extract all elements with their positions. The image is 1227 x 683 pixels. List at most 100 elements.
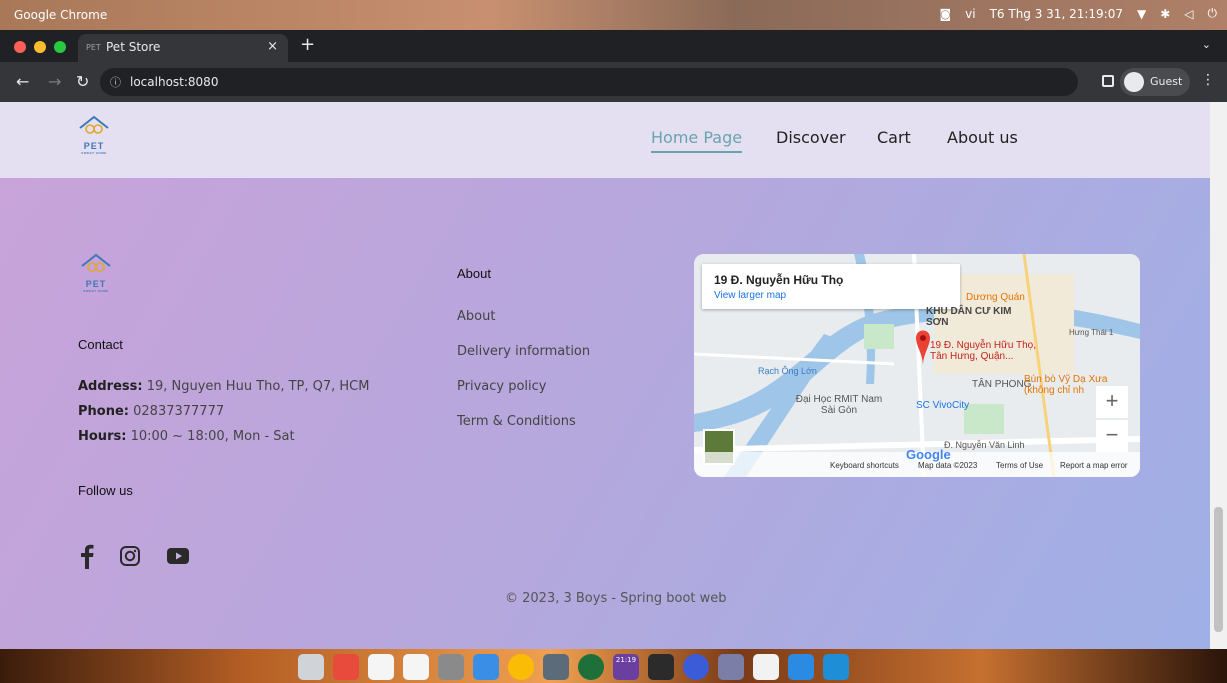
- forward-icon[interactable]: →: [48, 72, 61, 91]
- tab-close-icon[interactable]: ×: [267, 39, 278, 54]
- logo-text: PET: [83, 141, 105, 151]
- nav-about-us[interactable]: About us: [947, 128, 1018, 147]
- trash-icon[interactable]: [753, 654, 779, 680]
- site-logo[interactable]: PET SWEET HOME: [74, 114, 114, 155]
- map-label-rmit: Đại Học RMIT Nam Sài Gòn: [795, 394, 883, 416]
- follow-heading: Follow us: [78, 483, 133, 498]
- os-app-title: Google Chrome: [14, 8, 108, 22]
- side-panel-icon[interactable]: [1102, 75, 1114, 87]
- tab-title: Pet Store: [106, 40, 161, 54]
- keyboard-lang[interactable]: vi: [965, 7, 975, 21]
- reload-icon[interactable]: ↻: [76, 72, 89, 91]
- hours-label: Hours:: [78, 429, 127, 444]
- text-editor-icon[interactable]: [403, 654, 429, 680]
- map-data-credit: Map data ©2023: [918, 461, 978, 470]
- map-label-duong-quan: Dương Quán: [966, 292, 1025, 303]
- footer-logo-text: PET: [85, 279, 107, 289]
- logo-subtext: SWEET HOME: [81, 151, 107, 155]
- bluetooth-icon[interactable]: ✱: [1160, 7, 1170, 21]
- hours-value: 10:00 ~ 18:00, Mon - Sat: [130, 429, 295, 444]
- footer-link-about[interactable]: About: [457, 309, 495, 324]
- map-zoom-out-button[interactable]: −: [1096, 420, 1128, 452]
- site-header: PET SWEET HOME Home Page Discover Cart A…: [0, 102, 1210, 178]
- os-clock[interactable]: T6 Thg 3 31, 21:19:07: [990, 7, 1123, 21]
- document-icon[interactable]: [368, 654, 394, 680]
- app-icon[interactable]: [543, 654, 569, 680]
- profile-button[interactable]: Guest: [1120, 68, 1190, 96]
- os-dock: 21:19: [0, 649, 1227, 683]
- profile-label: Guest: [1150, 75, 1183, 88]
- address-label: Address:: [78, 379, 143, 394]
- contact-heading: Contact: [78, 337, 123, 352]
- contact-hours: Hours: 10:00 ~ 18:00, Mon - Sat: [78, 429, 295, 444]
- volume-icon[interactable]: ◁: [1184, 7, 1193, 21]
- contact-address: Address: 19, Nguyen Huu Tho, TP, Q7, HCM: [78, 379, 369, 394]
- youtube-icon[interactable]: [167, 548, 189, 564]
- map-report-link[interactable]: Report a map error: [1060, 461, 1128, 470]
- wps-icon[interactable]: [683, 654, 709, 680]
- house-cat-icon: [79, 115, 109, 134]
- tab-favicon: PET: [86, 43, 101, 52]
- wifi-icon[interactable]: ▼: [1137, 7, 1146, 21]
- copyright-text: © 2023, 3 Boys - Spring boot web: [505, 591, 727, 606]
- house-cat-icon: [81, 253, 111, 272]
- window-icon[interactable]: [473, 654, 499, 680]
- map-info-card: 19 Đ. Nguyễn Hữu Thọ View larger map: [702, 264, 960, 309]
- screenshot-icon[interactable]: ◙: [939, 7, 951, 21]
- map-place-name: 19 Đ. Nguyễn Hữu Thọ: [714, 273, 844, 287]
- map-label-vivocity: SC VivoCity: [916, 400, 970, 411]
- footer-link-terms[interactable]: Term & Conditions: [457, 414, 576, 429]
- chrome-icon[interactable]: [508, 654, 534, 680]
- presentation-icon[interactable]: [333, 654, 359, 680]
- back-icon[interactable]: ←: [16, 72, 29, 91]
- site-info-icon[interactable]: ⓘ: [110, 74, 121, 90]
- tab-pet-store[interactable]: PET Pet Store ×: [78, 34, 288, 62]
- vscode-icon[interactable]: [823, 654, 849, 680]
- camera-icon[interactable]: [718, 654, 744, 680]
- google-map[interactable]: 19 Đ. Nguyễn Hữu Thọ View larger map Dươ…: [694, 254, 1140, 477]
- nav-home-page[interactable]: Home Page: [651, 128, 743, 153]
- footer-link-delivery[interactable]: Delivery information: [457, 344, 590, 359]
- page-scrollbar[interactable]: [1210, 102, 1227, 649]
- window-maximize-button[interactable]: [54, 41, 66, 53]
- browser-menu-icon[interactable]: ⋮: [1201, 72, 1215, 88]
- footer-link-privacy[interactable]: Privacy policy: [457, 379, 546, 394]
- page-viewport: PET SWEET HOME Home Page Discover Cart A…: [0, 102, 1210, 649]
- nav-cart[interactable]: Cart: [877, 128, 911, 147]
- address-value: 19, Nguyen Huu Tho, TP, Q7, HCM: [146, 379, 370, 394]
- phone-value: 02837377777: [133, 404, 225, 419]
- tab-search-icon[interactable]: ⌄: [1202, 38, 1211, 51]
- window-close-button[interactable]: [14, 41, 26, 53]
- footer-logo-subtext: SWEET HOME: [83, 289, 109, 293]
- map-keyboard-shortcuts[interactable]: Keyboard shortcuts: [830, 461, 899, 470]
- map-label-tan-phong: TÂN PHONG: [972, 379, 1032, 390]
- address-url[interactable]: localhost:8080: [130, 75, 218, 89]
- nav-discover[interactable]: Discover: [776, 128, 846, 147]
- map-label-pin: 19 Đ. Nguyễn Hữu Thọ, Tân Hưng, Quận...: [930, 340, 1037, 362]
- facebook-icon[interactable]: [80, 543, 94, 569]
- screenshot-tool-icon[interactable]: [438, 654, 464, 680]
- map-terms-link[interactable]: Terms of Use: [996, 461, 1043, 470]
- instagram-icon[interactable]: [119, 545, 141, 567]
- about-heading: About: [457, 266, 491, 281]
- footer-logo[interactable]: PET SWEET HOME: [76, 252, 116, 293]
- files-icon[interactable]: [298, 654, 324, 680]
- map-zoom-in-button[interactable]: +: [1096, 386, 1128, 418]
- address-bar[interactable]: ⓘ localhost:8080: [100, 68, 1078, 96]
- circle-app-icon[interactable]: [578, 654, 604, 680]
- map-label-rach-ong-lon: Rạch Ông Lớn: [758, 366, 817, 376]
- terminal-icon[interactable]: [648, 654, 674, 680]
- view-larger-map-link[interactable]: View larger map: [714, 290, 786, 301]
- new-tab-button[interactable]: +: [300, 34, 315, 55]
- transfer-icon[interactable]: [788, 654, 814, 680]
- calendar-icon[interactable]: 21:19: [613, 654, 639, 680]
- power-icon[interactable]: ⏻: [1208, 6, 1218, 21]
- map-label-nguyen-van-linh: Đ. Nguyễn Văn Linh: [944, 440, 1025, 450]
- os-top-bar: Google Chrome ◙ vi T6 Thg 3 31, 21:19:07…: [0, 0, 1227, 30]
- phone-label: Phone:: [78, 404, 129, 419]
- google-logo: Google: [906, 447, 951, 462]
- contact-phone: Phone: 02837377777: [78, 404, 224, 419]
- window-minimize-button[interactable]: [34, 41, 46, 53]
- scrollbar-thumb[interactable]: [1214, 507, 1223, 632]
- avatar-icon: [1124, 72, 1144, 92]
